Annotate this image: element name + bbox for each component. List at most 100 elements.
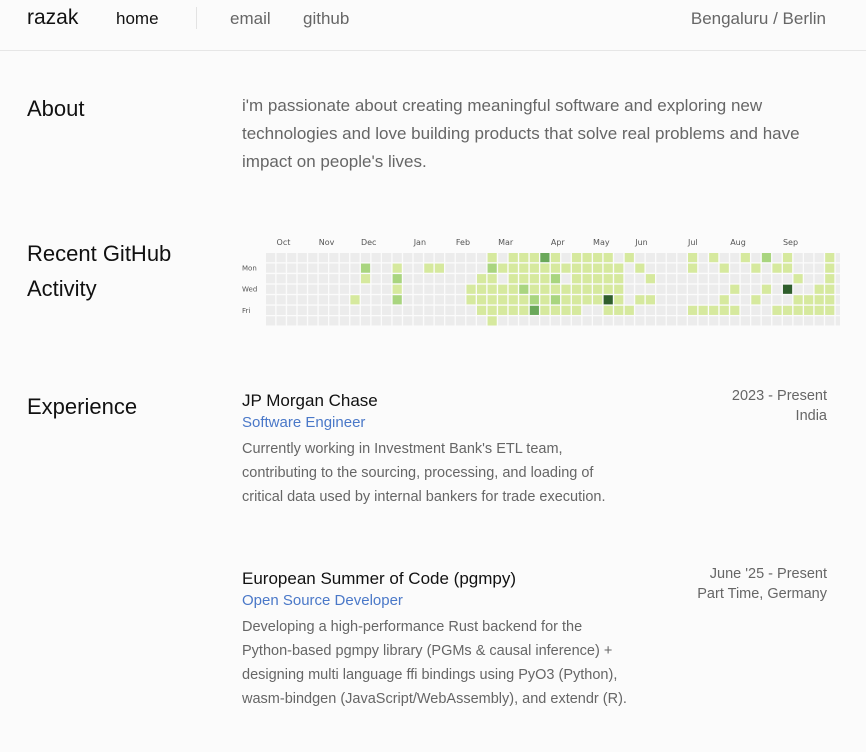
contribution-cell[interactable]	[730, 274, 740, 284]
contribution-cell[interactable]	[487, 284, 497, 294]
contribution-cell[interactable]	[318, 274, 328, 284]
contribution-cell[interactable]	[318, 284, 328, 294]
contribution-cell[interactable]	[445, 295, 455, 305]
contribution-cell[interactable]	[413, 316, 423, 326]
contribution-cell[interactable]	[339, 263, 350, 273]
contribution-cell[interactable]	[519, 295, 529, 305]
contribution-cell[interactable]	[287, 284, 297, 294]
contribution-cell[interactable]	[529, 284, 539, 294]
contribution-cell[interactable]	[424, 263, 434, 273]
contribution-cell[interactable]	[582, 284, 592, 294]
contribution-cell[interactable]	[804, 253, 814, 263]
contribution-cell[interactable]	[740, 295, 750, 305]
contribution-cell[interactable]	[403, 305, 413, 315]
contribution-cell[interactable]	[645, 263, 655, 273]
contribution-cell[interactable]	[477, 284, 487, 294]
contribution-cell[interactable]	[487, 263, 497, 273]
contribution-cell[interactable]	[761, 316, 772, 326]
contribution-cell[interactable]	[677, 274, 687, 284]
contribution-cell[interactable]	[382, 295, 392, 305]
contribution-cell[interactable]	[445, 274, 455, 284]
contribution-cell[interactable]	[645, 295, 655, 305]
contribution-cell[interactable]	[772, 295, 782, 305]
contribution-cell[interactable]	[835, 284, 840, 294]
contribution-cell[interactable]	[477, 274, 487, 284]
contribution-cell[interactable]	[339, 305, 350, 315]
contribution-cell[interactable]	[498, 253, 508, 263]
contribution-cell[interactable]	[297, 284, 307, 294]
contribution-cell[interactable]	[645, 253, 655, 263]
contribution-cell[interactable]	[339, 284, 350, 294]
contribution-cell[interactable]	[677, 284, 687, 294]
contribution-cell[interactable]	[360, 253, 371, 263]
contribution-cell[interactable]	[719, 274, 729, 284]
contribution-cell[interactable]	[477, 263, 487, 273]
contribution-cell[interactable]	[656, 274, 666, 284]
contribution-cell[interactable]	[487, 316, 497, 326]
contribution-cell[interactable]	[571, 295, 582, 305]
contribution-cell[interactable]	[403, 274, 413, 284]
contribution-cell[interactable]	[318, 253, 328, 263]
contribution-cell[interactable]	[740, 263, 750, 273]
contribution-cell[interactable]	[329, 274, 339, 284]
contribution-cell[interactable]	[635, 316, 645, 326]
contribution-cell[interactable]	[266, 316, 276, 326]
contribution-cell[interactable]	[339, 274, 350, 284]
contribution-cell[interactable]	[445, 263, 455, 273]
contribution-cell[interactable]	[392, 295, 402, 305]
contribution-cell[interactable]	[804, 316, 814, 326]
contribution-cell[interactable]	[772, 253, 782, 263]
contribution-cell[interactable]	[371, 305, 381, 315]
contribution-cell[interactable]	[466, 295, 476, 305]
contribution-cell[interactable]	[740, 316, 750, 326]
contribution-cell[interactable]	[413, 253, 423, 263]
contribution-cell[interactable]	[656, 305, 666, 315]
contribution-cell[interactable]	[550, 316, 561, 326]
contribution-cell[interactable]	[593, 295, 603, 305]
contribution-cell[interactable]	[466, 274, 476, 284]
contribution-cell[interactable]	[772, 284, 782, 294]
contribution-cell[interactable]	[709, 305, 719, 315]
contribution-cell[interactable]	[308, 274, 318, 284]
contribution-cell[interactable]	[297, 253, 307, 263]
contribution-cell[interactable]	[730, 295, 740, 305]
contribution-cell[interactable]	[751, 305, 761, 315]
contribution-cell[interactable]	[561, 263, 571, 273]
contribution-cell[interactable]	[635, 305, 645, 315]
contribution-cell[interactable]	[688, 274, 698, 284]
contribution-cell[interactable]	[782, 284, 793, 294]
contribution-cell[interactable]	[371, 274, 381, 284]
contribution-cell[interactable]	[403, 253, 413, 263]
contribution-cell[interactable]	[751, 295, 761, 305]
contribution-cell[interactable]	[571, 263, 582, 273]
contribution-cell[interactable]	[782, 253, 793, 263]
contribution-cell[interactable]	[403, 263, 413, 273]
contribution-cell[interactable]	[392, 263, 402, 273]
contribution-cell[interactable]	[508, 295, 518, 305]
contribution-cell[interactable]	[719, 253, 729, 263]
contribution-cell[interactable]	[413, 305, 423, 315]
contribution-cell[interactable]	[529, 295, 539, 305]
contribution-cell[interactable]	[498, 263, 508, 273]
contribution-cell[interactable]	[603, 284, 613, 294]
contribution-cell[interactable]	[287, 316, 297, 326]
contribution-cell[interactable]	[318, 305, 328, 315]
contribution-cell[interactable]	[709, 263, 719, 273]
contribution-cell[interactable]	[371, 263, 381, 273]
contribution-cell[interactable]	[582, 253, 592, 263]
contribution-cell[interactable]	[266, 305, 276, 315]
contribution-cell[interactable]	[455, 284, 466, 294]
contribution-cell[interactable]	[455, 253, 466, 263]
contribution-cell[interactable]	[614, 305, 624, 315]
contribution-cell[interactable]	[297, 274, 307, 284]
contribution-cell[interactable]	[688, 316, 698, 326]
contribution-cell[interactable]	[466, 284, 476, 294]
contribution-cell[interactable]	[666, 316, 677, 326]
contribution-cell[interactable]	[624, 305, 634, 315]
contribution-cell[interactable]	[677, 316, 687, 326]
contribution-cell[interactable]	[645, 316, 655, 326]
contribution-cell[interactable]	[371, 253, 381, 263]
contribution-cell[interactable]	[561, 284, 571, 294]
contribution-cell[interactable]	[793, 305, 803, 315]
contribution-cell[interactable]	[529, 274, 539, 284]
